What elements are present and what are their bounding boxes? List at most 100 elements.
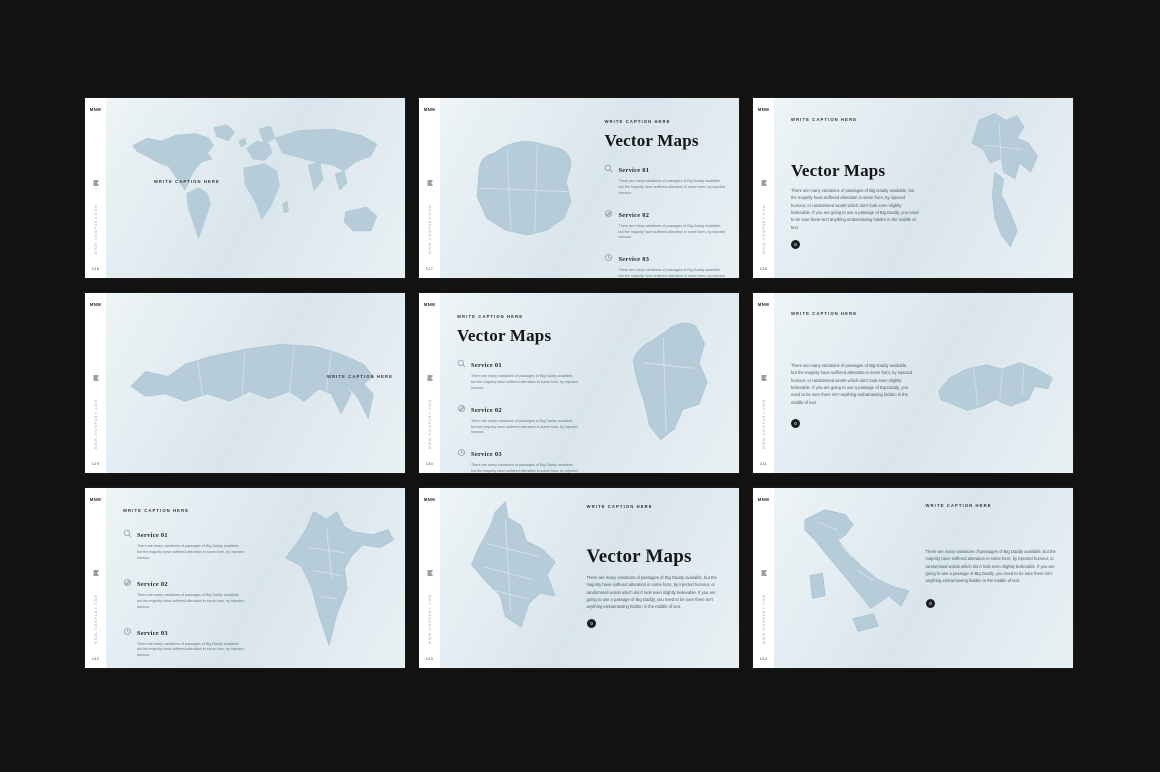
caption-text: WRITE CAPTION HERE [791, 311, 857, 316]
slide-title: Vector Maps [587, 547, 692, 567]
page-number: 134 [753, 657, 774, 661]
map-switzerland [918, 293, 1073, 473]
slide-russia[interactable]: MNM WWW.COMPANY.COM 129 WRITE CAPTION HE… [85, 293, 405, 473]
dot-button[interactable] [926, 599, 935, 608]
slide-sidebar: MNM WWW.COMPANY.COM 128 [753, 98, 774, 278]
service-body: There are many variations of passages of… [137, 593, 245, 611]
service-body: There are many variations of passages of… [137, 642, 245, 660]
slide-sidebar: MNM WWW.COMPANY.COM 134 [753, 488, 774, 668]
menu-mark-icon [761, 374, 766, 381]
clock-icon [604, 249, 613, 258]
map-colombia [440, 488, 581, 668]
service-item: Service 01 There are many variations of … [123, 524, 245, 562]
magnifier-icon [123, 525, 132, 534]
caption-text: WRITE CAPTION HERE [926, 503, 992, 508]
service-label: Service 03 [618, 256, 649, 263]
website-vertical-text: WWW.COMPANY.COM [94, 204, 98, 254]
page-number: 132 [85, 657, 106, 661]
menu-mark-icon [93, 569, 98, 576]
map-italy [774, 488, 924, 668]
page-number: 131 [753, 462, 774, 466]
map-poland [440, 98, 604, 278]
service-item: Service 03 There are many variations of … [604, 248, 726, 278]
slide-colombia[interactable]: MNM WWW.COMPANY.COM 133 WRITE CAPTION HE… [419, 488, 739, 668]
slide-sidebar: MNM WWW.COMPANY.COM 132 [85, 488, 106, 668]
service-item: Service 03 There are many variations of … [457, 443, 579, 473]
caption-text: WRITE CAPTION HERE [457, 314, 523, 319]
service-label: Service 02 [471, 407, 502, 414]
service-body: There are many variations of passages of… [618, 224, 726, 242]
slide-india[interactable]: MNM WWW.COMPANY.COM 132 WRITE CAPTION HE… [85, 488, 405, 668]
map-russia [121, 320, 393, 448]
menu-mark-icon [427, 374, 432, 381]
body-paragraph: There are many variations of passages of… [791, 362, 914, 406]
brand-logo: MNM [85, 302, 106, 307]
page-number: 126 [85, 267, 106, 271]
slide-poland[interactable]: MNM WWW.COMPANY.COM 127 WRITE CAPTION HE… [419, 98, 739, 278]
slide-switzerland[interactable]: MNM WWW.COMPANY.COM 131 WRITE CAPTION HE… [753, 293, 1073, 473]
body-paragraph: There are many variations of passages of… [587, 574, 725, 611]
dot-button[interactable] [791, 240, 800, 249]
slide-world[interactable]: MNM WWW.COMPANY.COM 126 [85, 98, 405, 278]
service-item: Service 02 There are many variations of … [457, 399, 579, 437]
service-label: Service 01 [137, 532, 168, 539]
website-vertical-text: WWW.COMPANY.COM [762, 399, 766, 449]
brand-logo: MNM [753, 497, 774, 502]
service-label: Service 02 [618, 212, 649, 219]
slide-sidebar: MNM WWW.COMPANY.COM 133 [419, 488, 440, 668]
slide-sidebar: MNM WWW.COMPANY.COM 127 [419, 98, 440, 278]
clock-icon [123, 623, 132, 632]
service-body: There are many variations of passages of… [618, 179, 726, 197]
menu-mark-icon [93, 374, 98, 381]
map-india [264, 488, 405, 668]
brand-logo: MNM [85, 107, 106, 112]
brand-logo: MNM [753, 107, 774, 112]
service-item: Service 02 There are many variations of … [604, 204, 726, 242]
page-number: 133 [419, 657, 440, 661]
website-vertical-text: WWW.COMPANY.COM [428, 594, 432, 644]
service-item: Service 03 There are many variations of … [123, 622, 245, 660]
service-body: There are many variations of passages of… [471, 374, 579, 392]
website-vertical-text: WWW.COMPANY.COM [762, 594, 766, 644]
page-number: 127 [419, 267, 440, 271]
globe-icon [123, 574, 132, 583]
body-paragraph: There are many variations of passages of… [791, 187, 919, 231]
map-world [118, 120, 396, 255]
website-vertical-text: WWW.COMPANY.COM [94, 399, 98, 449]
brand-logo: MNM [85, 497, 106, 502]
service-body: There are many variations of passages of… [618, 268, 726, 278]
slide-title: Vector Maps [791, 162, 885, 180]
dot-button[interactable] [791, 419, 800, 428]
slide-thailand[interactable]: MNM WWW.COMPANY.COM 128 WRITE CAPTION HE… [753, 98, 1073, 278]
website-vertical-text: WWW.COMPANY.COM [428, 204, 432, 254]
menu-mark-icon [427, 179, 432, 186]
slide-title: Vector Maps [604, 132, 698, 150]
map-thailand [929, 98, 1073, 278]
menu-mark-icon [427, 569, 432, 576]
service-label: Service 01 [618, 167, 649, 174]
page-number: 128 [753, 267, 774, 271]
service-body: There are many variations of passages of… [471, 419, 579, 437]
caption-text: WRITE CAPTION HERE [327, 374, 393, 379]
service-item: Service 02 There are many variations of … [123, 573, 245, 611]
dot-button[interactable] [587, 619, 596, 628]
brand-logo: MNM [753, 302, 774, 307]
slide-title: Vector Maps [457, 327, 551, 345]
brand-logo: MNM [419, 107, 440, 112]
service-label: Service 03 [471, 451, 502, 458]
slide-italy[interactable]: MNM WWW.COMPANY.COM 134 WRITE CAPTION HE… [753, 488, 1073, 668]
slide-sidebar: MNM WWW.COMPANY.COM 131 [753, 293, 774, 473]
map-netherlands [590, 293, 740, 473]
service-body: There are many variations of passages of… [137, 544, 245, 562]
globe-icon [604, 205, 613, 214]
service-label: Service 01 [471, 362, 502, 369]
service-body: There are many variations of passages of… [471, 463, 579, 473]
slide-sidebar: MNM WWW.COMPANY.COM 126 [85, 98, 106, 278]
caption-text: WRITE CAPTION HERE [604, 119, 670, 124]
service-label: Service 02 [137, 581, 168, 588]
slide-netherlands[interactable]: MNM WWW.COMPANY.COM 130 WRITE CAPTION HE… [419, 293, 739, 473]
website-vertical-text: WWW.COMPANY.COM [94, 594, 98, 644]
magnifier-icon [604, 160, 613, 169]
caption-text: WRITE CAPTION HERE [587, 504, 653, 509]
menu-mark-icon [93, 179, 98, 186]
